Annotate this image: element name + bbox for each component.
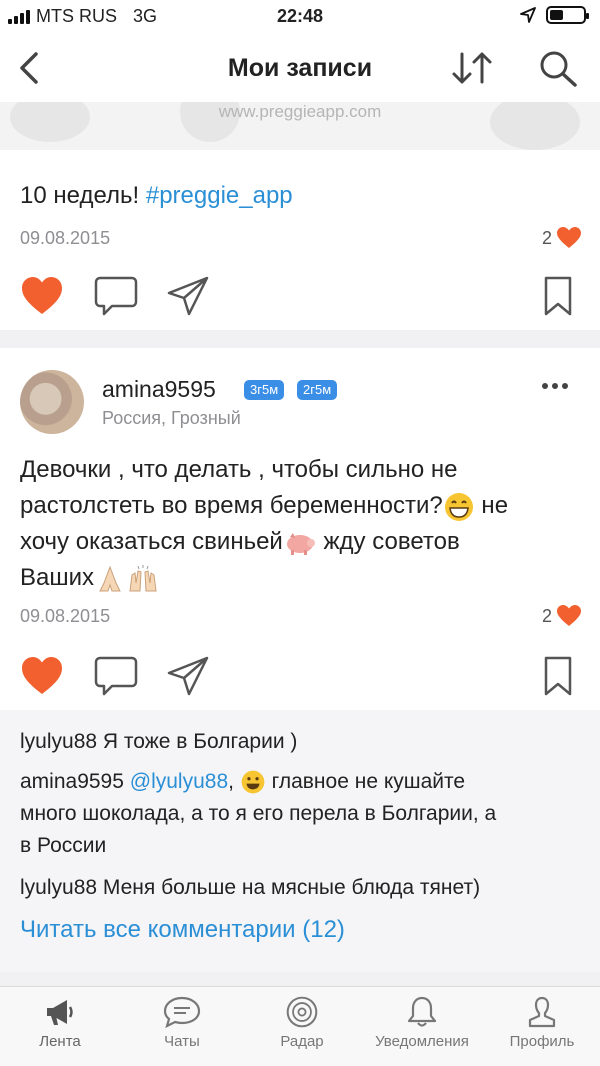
author-location: Россия, Грозный (102, 408, 241, 428)
radar-icon (286, 996, 318, 1028)
pig-emoji-icon (286, 532, 315, 555)
heart-icon (557, 605, 581, 626)
post-text-fragment: не (474, 492, 509, 519)
share-icon[interactable] (166, 654, 210, 698)
comment-author[interactable]: lyulyu88 (20, 876, 97, 899)
like-count-value: 2 (541, 605, 552, 626)
image-watermark: www.preggieapp.com (218, 102, 382, 121)
bookmark-icon[interactable] (536, 654, 580, 698)
grinning-face-emoji-icon (241, 771, 265, 794)
battery-icon (546, 6, 589, 24)
search-icon[interactable] (537, 48, 579, 88)
post-text-line: растолстеть во время беременности? не (20, 488, 580, 524)
tab-notifications[interactable]: Уведомления (362, 995, 482, 1050)
post-text-body: 10 недель! (20, 182, 146, 209)
tab-radar[interactable]: Радар (242, 995, 362, 1050)
praying-hands-emoji-icon (99, 565, 121, 592)
more-options-icon[interactable] (542, 378, 574, 394)
comment-author[interactable]: amina9595 (20, 770, 124, 793)
pregnancy-badge: 3г5м (244, 380, 285, 400)
status-bar: MTS RUS 3G 22:48 (0, 0, 600, 34)
profile-icon (528, 996, 556, 1028)
bell-icon (407, 996, 437, 1027)
tab-label: Лента (39, 1033, 81, 1050)
post-text-fragment: Ваших (20, 564, 95, 591)
like-button-heart-icon[interactable] (20, 654, 64, 698)
share-icon[interactable] (166, 274, 210, 318)
post-text-line: Девочки , что делать , чтобы сильно не (20, 456, 458, 483)
post-image-bottom[interactable]: www.preggieapp.com (0, 102, 600, 150)
post-card: amina9595 3г5м 2г5м Россия, Грозный Дево… (0, 348, 600, 710)
tab-label: Уведомления (375, 1033, 469, 1050)
avatar[interactable] (20, 370, 84, 434)
grinning-face-emoji-icon (444, 492, 473, 521)
heart-icon (557, 227, 581, 248)
tab-feed[interactable]: Лента (0, 995, 120, 1050)
post-date: 09.08.2015 (20, 228, 111, 248)
post-text-fragment: жду советов (316, 528, 460, 555)
megaphone-icon (47, 1000, 73, 1025)
status-right (520, 6, 589, 24)
comment-icon[interactable] (94, 274, 138, 318)
chat-bubble-icon (163, 996, 201, 1029)
comment-item[interactable]: lyulyu88 Я тоже в Болгарии ) (20, 726, 586, 758)
post-text-fragment: растолстеть во время беременности? (20, 492, 443, 519)
like-count-value: 2 (541, 227, 552, 248)
post-card: 10 недель! #preggie_app 09.08.2015 2 (0, 150, 600, 330)
post-text-line: Ваших (20, 560, 580, 596)
comment-icon[interactable] (94, 654, 138, 698)
bookmark-icon[interactable] (536, 274, 580, 318)
comment-text: много шоколада, а то я его перела в Болг… (20, 802, 497, 825)
hashtag-link[interactable]: #preggie_app (146, 182, 293, 209)
comment-text: в России (20, 834, 107, 857)
post-date: 09.08.2015 (20, 606, 111, 626)
like-count[interactable]: 2 (542, 604, 582, 628)
sort-icon[interactable] (448, 48, 496, 88)
comment-text: главное не кушайте (265, 770, 466, 793)
tab-profile[interactable]: Профиль (482, 995, 600, 1050)
comment-text: Я тоже в Болгарии ) (97, 730, 298, 753)
nav-bar: Мои записи (0, 34, 600, 102)
post-text-line: хочу оказаться свиньей жду советов (20, 524, 580, 560)
location-arrow-icon (520, 7, 536, 23)
comment-item[interactable]: amina9595 @lyulyu88, главное не кушайте … (20, 766, 586, 862)
tab-label: Радар (280, 1033, 324, 1050)
post-text: Девочки , что делать , чтобы сильно не р… (20, 452, 580, 596)
post-text: 10 недель! #preggie_app (20, 178, 580, 214)
comment-text: , (228, 770, 240, 793)
author-name[interactable]: amina9595 (102, 376, 216, 403)
comment-author[interactable]: lyulyu88 (20, 730, 97, 753)
like-count[interactable]: 2 (542, 226, 582, 250)
like-button-heart-icon[interactable] (20, 274, 64, 318)
read-all-comments-link[interactable]: Читать все комментарии (12) (20, 916, 345, 944)
tab-bar: Лента Чаты Радар Уведомления Профиль (0, 986, 600, 1066)
status-time: 22:48 (276, 6, 324, 26)
raised-hands-emoji-icon (129, 564, 157, 592)
tab-label: Чаты (164, 1033, 200, 1050)
comment-mention-link[interactable]: @lyulyu88 (130, 770, 228, 793)
child-age-badge: 2г5м (297, 380, 338, 400)
page-title: Мои записи (227, 54, 373, 82)
comment-text: Меня больше на мясные блюда тянет) (97, 876, 481, 899)
comment-item[interactable]: lyulyu88 Меня больше на мясные блюда тян… (20, 872, 586, 904)
post-text-fragment: хочу оказаться свиньей (20, 528, 283, 555)
tab-label: Профиль (509, 1033, 575, 1050)
tab-chats[interactable]: Чаты (122, 995, 242, 1050)
